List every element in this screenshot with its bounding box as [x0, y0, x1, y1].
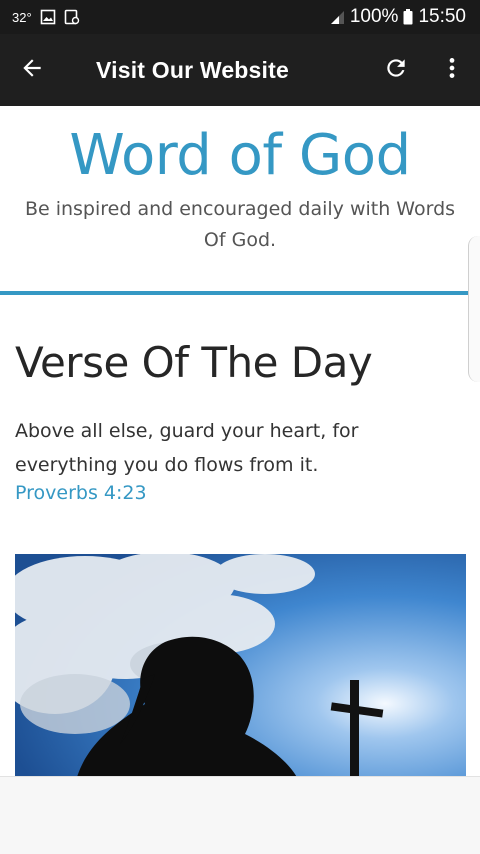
- verse-heading: Verse Of The Day: [15, 338, 373, 387]
- verse-reference-link[interactable]: Proverbs 4:23: [15, 482, 147, 504]
- notification-icon: [64, 9, 80, 25]
- web-content[interactable]: Word of God Be inspired and encouraged d…: [0, 106, 480, 776]
- refresh-icon: [383, 55, 409, 86]
- toolbar-title: Visit Our Website: [96, 56, 289, 83]
- scroll-indicator[interactable]: [468, 236, 480, 382]
- status-right: 100% 15:50: [329, 6, 466, 28]
- toolbar-actions: [368, 34, 480, 106]
- temperature-text: 32°: [12, 9, 32, 25]
- back-button[interactable]: [0, 34, 64, 106]
- site-tagline: Be inspired and encouraged daily with Wo…: [24, 198, 456, 251]
- clock-text: 15:50: [418, 6, 466, 27]
- header-divider: [0, 291, 470, 295]
- site-title[interactable]: Word of God: [0, 122, 480, 190]
- bottom-blank-area: [0, 776, 480, 854]
- refresh-button[interactable]: [368, 34, 424, 106]
- verse-text: Above all else, guard your heart, for ev…: [15, 420, 359, 476]
- status-left: 32°: [12, 9, 80, 25]
- battery-percent-text: 100%: [349, 6, 399, 27]
- status-bar: 32° 100% 15:50: [0, 0, 480, 34]
- hero-image: [15, 554, 466, 776]
- overflow-menu-button[interactable]: [424, 34, 480, 106]
- battery-icon: [403, 9, 413, 25]
- app-toolbar: Visit Our Website: [0, 34, 480, 106]
- more-vert-icon: [439, 55, 465, 86]
- image-icon: [40, 9, 56, 25]
- arrow-left-icon: [19, 55, 45, 86]
- signal-icon: [329, 9, 345, 25]
